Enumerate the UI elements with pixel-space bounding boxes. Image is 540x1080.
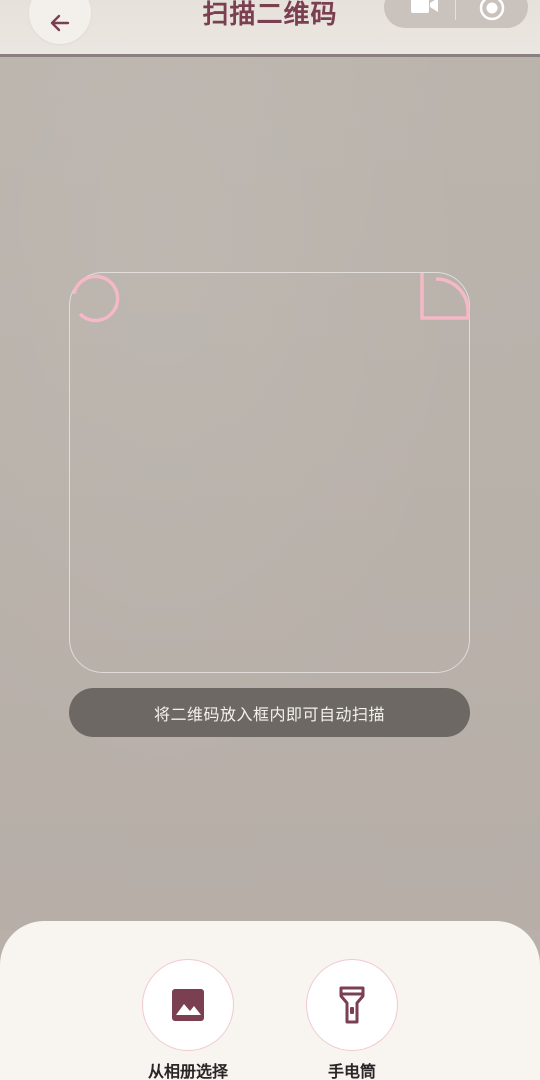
flashlight-button[interactable]: 手电筒 bbox=[305, 959, 399, 1080]
scan-corner-top-left-icon bbox=[72, 274, 120, 323]
flashlight-icon bbox=[339, 986, 365, 1024]
video-camera-icon[interactable] bbox=[410, 0, 440, 16]
image-icon bbox=[172, 989, 204, 1021]
top-bar: 扫描二维码 bbox=[0, 0, 540, 57]
album-button-circle[interactable] bbox=[142, 959, 234, 1051]
scan-frame bbox=[69, 272, 470, 673]
choose-from-album-button[interactable]: 从相册选择 bbox=[141, 959, 235, 1080]
scan-corner-top-right-icon bbox=[420, 273, 470, 320]
scanner-screen: 扫描二维码 将二维码放入框内即可自动扫描 从相册选择 手电筒 bbox=[0, 0, 540, 1080]
scan-hint: 将二维码放入框内即可自动扫描 bbox=[69, 688, 470, 737]
bottom-actions-panel: 从相册选择 手电筒 bbox=[0, 921, 540, 1080]
record-icon[interactable] bbox=[479, 0, 505, 21]
album-label: 从相册选择 bbox=[147, 1062, 228, 1080]
controls-divider bbox=[455, 0, 456, 20]
flashlight-label: 手电筒 bbox=[327, 1062, 376, 1080]
camera-controls bbox=[384, 0, 528, 28]
flashlight-button-circle[interactable] bbox=[306, 959, 398, 1051]
